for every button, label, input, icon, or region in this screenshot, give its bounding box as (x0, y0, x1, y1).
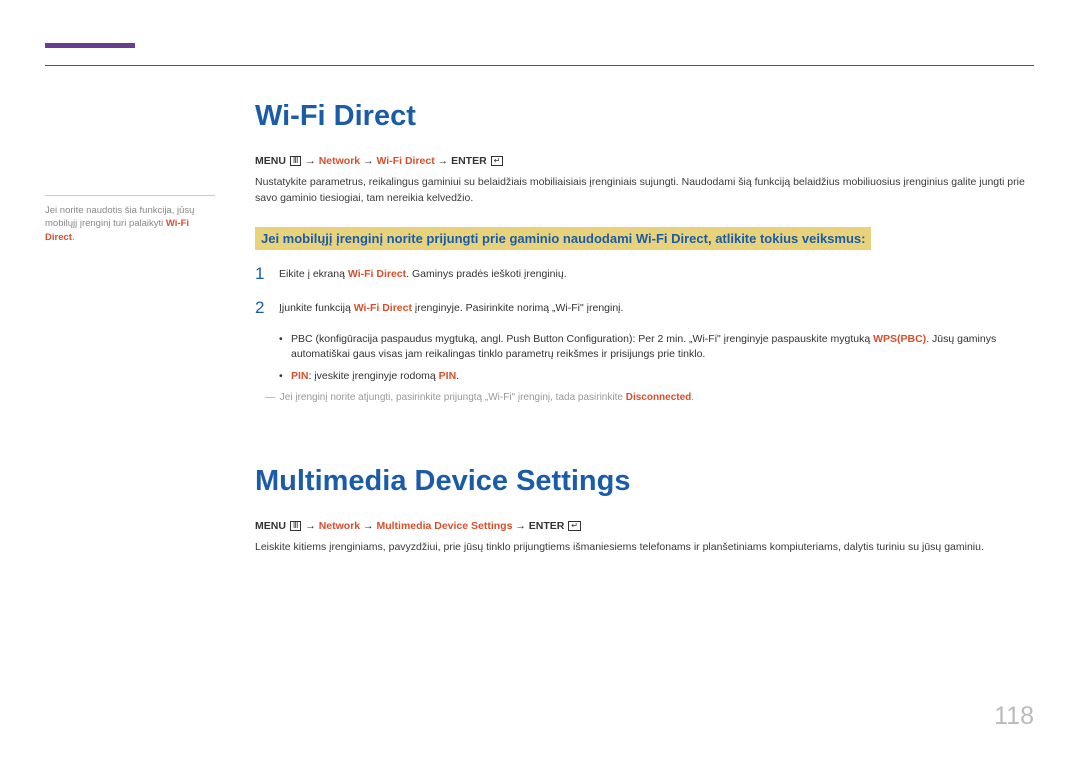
path-mds: Multimedia Device Settings (376, 520, 512, 532)
step-1: 1 Eikite į ekraną Wi-Fi Direct. Gaminys … (255, 264, 1035, 284)
enter-icon: ↵ (491, 156, 504, 166)
menu-icon: Ⅲ (290, 156, 302, 166)
step1-b: Wi-Fi Direct (348, 268, 406, 280)
menu-path-multimedia: MENU Ⅲ → Network → Multimedia Device Set… (255, 520, 1035, 532)
header-accent (45, 43, 135, 48)
b1a: PBC (konfigūracija paspaudus mygtuką, an… (291, 333, 873, 345)
multimedia-body: Leiskite kitiems įrenginiams, pavyzdžiui… (255, 540, 1035, 556)
path-arrow3: → (438, 155, 451, 167)
disconnect-note: ― Jei įrenginį norite atjungti, pasirink… (265, 391, 1035, 405)
sidebar-line2a: mobilųjį įrenginį turi palaikyti (45, 218, 166, 229)
path-menu2: MENU (255, 520, 286, 532)
menu-path-wifi: MENU Ⅲ → Network → Wi-Fi Direct → ENTER … (255, 155, 1035, 167)
intro-text: Nustatykite parametrus, reikalingus gami… (255, 175, 1035, 207)
section-multimedia: Multimedia Device Settings MENU Ⅲ → Netw… (255, 465, 1035, 556)
path-arrow4: → (305, 520, 318, 532)
sidebar-line2c: . (72, 232, 75, 243)
note-a: Jei įrenginį norite atjungti, pasirinkit… (280, 392, 626, 403)
step2-c: įrenginyje. Pasirinkite norimą „Wi-Fi" į… (412, 302, 623, 314)
path-enter2: ENTER (529, 520, 565, 532)
step2-b: Wi-Fi Direct (354, 302, 412, 314)
b2b: : įveskite įrenginyje rodomą (309, 370, 439, 382)
step-1-number: 1 (255, 264, 279, 284)
step2-a: Įjunkite funkciją (279, 302, 354, 314)
step1-a: Eikite į ekraną (279, 268, 348, 280)
path-network: Network (319, 155, 360, 167)
main-content: Wi-Fi Direct MENU Ⅲ → Network → Wi-Fi Di… (255, 100, 1035, 564)
bullet-pin-text: PIN: įveskite įrenginyje rodomą PIN. (291, 369, 459, 385)
b1b: WPS(PBC) (873, 333, 926, 345)
step1-c: . Gaminys pradės ieškoti įrenginių. (406, 268, 567, 280)
note-c: . (691, 392, 694, 403)
bullet-pbc-text: PBC (konfigūracija paspaudus mygtuką, an… (291, 332, 1035, 364)
b2d: . (456, 370, 459, 382)
page-number: 118 (994, 702, 1034, 731)
section-title-multimedia: Multimedia Device Settings (255, 465, 1035, 498)
note-dash: ― (265, 391, 277, 405)
bullet-pin: • PIN: įveskite įrenginyje rodomą PIN. (279, 369, 1035, 385)
path-arrow1: → (305, 155, 318, 167)
bullet-dot: • (279, 369, 291, 385)
note-b: Disconnected (626, 392, 692, 403)
enter-icon: ↵ (568, 521, 581, 531)
path-arrow6: → (515, 520, 528, 532)
section-title-wifi-direct: Wi-Fi Direct (255, 100, 1035, 133)
step-2-number: 2 (255, 298, 279, 318)
menu-icon: Ⅲ (290, 521, 302, 531)
path-arrow2: → (363, 155, 376, 167)
bullet-dot: • (279, 332, 291, 364)
step-1-text: Eikite į ekraną Wi-Fi Direct. Gaminys pr… (279, 264, 567, 283)
path-network2: Network (319, 520, 360, 532)
bullet-list: • PBC (konfigūracija paspaudus mygtuką, … (279, 332, 1035, 385)
path-enter: ENTER (451, 155, 487, 167)
header-rule (45, 65, 1034, 66)
sidebar-line1: Jei norite naudotis šia funkcija, jūsų (45, 205, 194, 216)
path-arrow5: → (363, 520, 376, 532)
step-2: 2 Įjunkite funkciją Wi-Fi Direct įrengin… (255, 298, 1035, 318)
b2c: PIN (439, 370, 457, 382)
path-menu: MENU (255, 155, 286, 167)
step-2-text: Įjunkite funkciją Wi-Fi Direct įrenginyj… (279, 298, 623, 317)
b2a: PIN (291, 370, 309, 382)
sidebar-note: Jei norite naudotis šia funkcija, jūsų m… (45, 195, 215, 244)
path-wifi: Wi-Fi Direct (376, 155, 434, 167)
bullet-pbc: • PBC (konfigūracija paspaudus mygtuką, … (279, 332, 1035, 364)
highlight-instruction: Jei mobilųjį įrenginį norite prijungti p… (255, 227, 871, 250)
